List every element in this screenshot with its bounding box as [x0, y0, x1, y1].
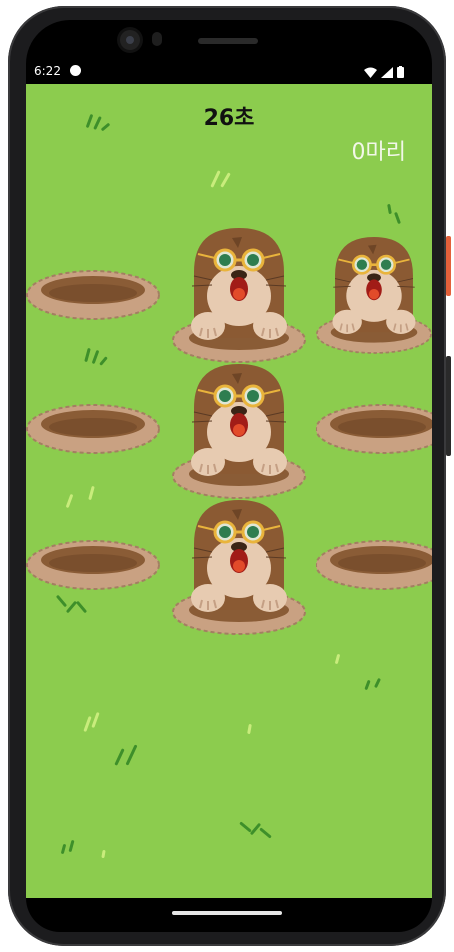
mole-hole[interactable] — [316, 402, 432, 454]
mole[interactable] — [316, 226, 432, 364]
wifi-icon — [364, 67, 377, 78]
status-time: 6:22 — [34, 64, 61, 78]
status-icons — [364, 66, 404, 78]
power-button — [446, 236, 451, 296]
message-notification-icon — [70, 65, 81, 76]
status-bar: 6:22 — [26, 60, 432, 84]
home-gesture-bar[interactable] — [172, 911, 282, 915]
proximity-sensor — [152, 32, 162, 46]
earpiece-speaker — [198, 38, 258, 44]
signal-icon — [381, 67, 393, 78]
front-camera — [120, 30, 140, 50]
mole-hole[interactable] — [316, 538, 432, 590]
timer-text: 26초 — [203, 106, 255, 131]
bottom-bezel — [26, 898, 432, 932]
mole[interactable] — [172, 498, 306, 636]
mole[interactable] — [172, 362, 306, 500]
mole-hole[interactable] — [26, 538, 160, 590]
mole[interactable] — [172, 226, 306, 364]
score-text: 0마리 — [351, 140, 406, 165]
game-area: 26초 0마리 — [26, 84, 432, 898]
volume-button — [446, 356, 451, 456]
mole-hole[interactable] — [26, 268, 160, 320]
battery-icon — [397, 66, 404, 78]
mole-hole[interactable] — [26, 402, 160, 454]
